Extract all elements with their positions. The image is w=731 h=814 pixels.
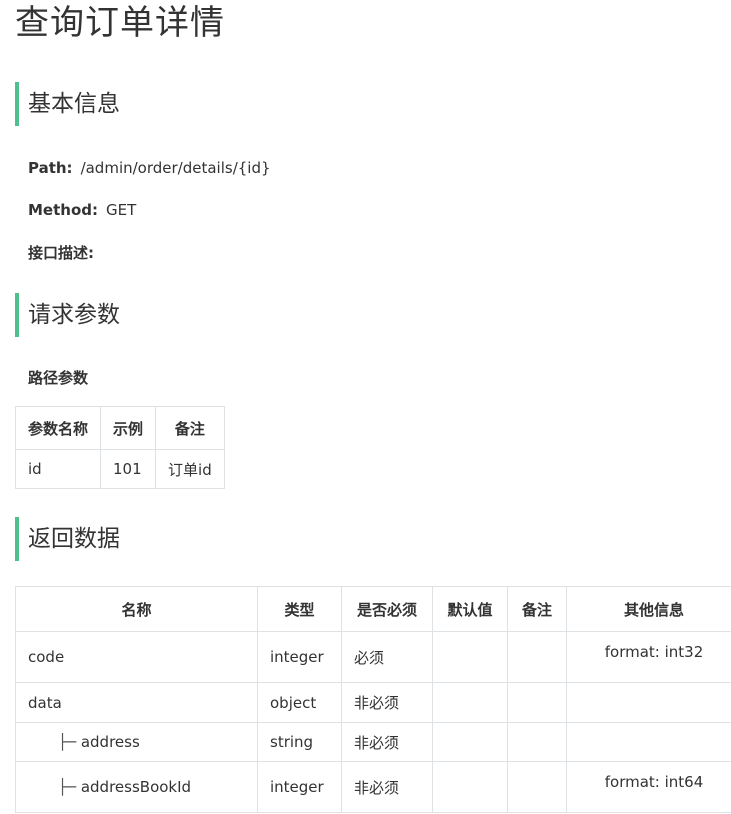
method-row: Method: GET bbox=[28, 200, 136, 220]
field-note bbox=[507, 631, 567, 683]
table-header-row: 参数名称 示例 备注 bbox=[14, 406, 225, 450]
field-name: addressBookId bbox=[80, 778, 192, 796]
table-row: ├─ address string 非必须 bbox=[15, 722, 731, 762]
page-title: 查询订单详情 bbox=[15, 3, 225, 43]
tree-branch-icon: ├─ bbox=[58, 778, 77, 796]
table-row: data object 非必须 bbox=[15, 682, 731, 723]
description-label: 接口描述: bbox=[28, 244, 94, 262]
table-header-row: 名称 类型 是否必须 默认值 备注 其他信息 bbox=[15, 586, 731, 632]
path-params-title: 路径参数 bbox=[28, 369, 89, 387]
column-header: 备注 bbox=[507, 586, 567, 632]
table-cell: id bbox=[14, 449, 102, 489]
table-row: code integer 必须 format: int32 bbox=[15, 631, 731, 683]
section-request-params-heading: 请求参数 bbox=[15, 293, 120, 337]
field-type: integer bbox=[257, 631, 342, 683]
tree-branch-icon: ├─ bbox=[58, 733, 77, 751]
method-value: GET bbox=[106, 201, 137, 219]
field-type: object bbox=[257, 682, 342, 723]
section-response-heading: 返回数据 bbox=[15, 517, 120, 561]
table-row: id 101 订单id bbox=[14, 449, 225, 489]
path-label: Path: bbox=[28, 159, 73, 177]
field-required: 必须 bbox=[341, 631, 433, 683]
field-other-info bbox=[566, 682, 731, 723]
column-header: 是否必须 bbox=[341, 586, 433, 632]
section-basic-info-heading: 基本信息 bbox=[15, 82, 120, 126]
field-other-info: format: int64 bbox=[566, 761, 731, 813]
column-header: 参数名称 bbox=[14, 406, 102, 450]
api-doc-page: 查询订单详情 基本信息 Path: /admin/order/details/{i… bbox=[0, 0, 731, 814]
field-name: data bbox=[15, 682, 258, 723]
field-name-cell: ├─ addressBookId bbox=[15, 761, 258, 813]
field-note bbox=[507, 722, 567, 762]
column-header: 备注 bbox=[155, 406, 225, 450]
field-default bbox=[432, 682, 508, 723]
field-required: 非必须 bbox=[341, 682, 433, 723]
field-type: integer bbox=[257, 761, 342, 813]
path-value: /admin/order/details/{id} bbox=[80, 159, 271, 177]
field-required: 非必须 bbox=[341, 761, 433, 813]
response-table: 名称 类型 是否必须 默认值 备注 其他信息 code integer 必须 f… bbox=[15, 586, 731, 813]
column-header: 其他信息 bbox=[566, 586, 731, 632]
field-required: 非必须 bbox=[341, 722, 433, 762]
path-row: Path: /admin/order/details/{id} bbox=[28, 158, 271, 178]
field-other-info bbox=[566, 722, 731, 762]
field-name-cell: ├─ address bbox=[15, 722, 258, 762]
field-name: code bbox=[15, 631, 258, 683]
column-header: 默认值 bbox=[432, 586, 508, 632]
description-row: 接口描述: bbox=[28, 243, 102, 263]
method-label: Method: bbox=[28, 201, 98, 219]
field-default bbox=[432, 722, 508, 762]
field-note bbox=[507, 682, 567, 723]
column-header: 名称 bbox=[15, 586, 258, 632]
field-other-info: format: int32 bbox=[566, 631, 731, 683]
table-cell: 101 bbox=[100, 449, 157, 489]
field-type: string bbox=[257, 722, 342, 762]
column-header: 类型 bbox=[257, 586, 342, 632]
field-default bbox=[432, 631, 508, 683]
field-default bbox=[432, 761, 508, 813]
column-header: 示例 bbox=[100, 406, 157, 450]
field-note bbox=[507, 761, 567, 813]
table-row: ├─ addressBookId integer 非必须 format: int… bbox=[15, 761, 731, 813]
path-params-table: 参数名称 示例 备注 id 101 订单id bbox=[14, 406, 225, 489]
table-cell: 订单id bbox=[155, 449, 225, 489]
field-name: address bbox=[80, 733, 140, 751]
